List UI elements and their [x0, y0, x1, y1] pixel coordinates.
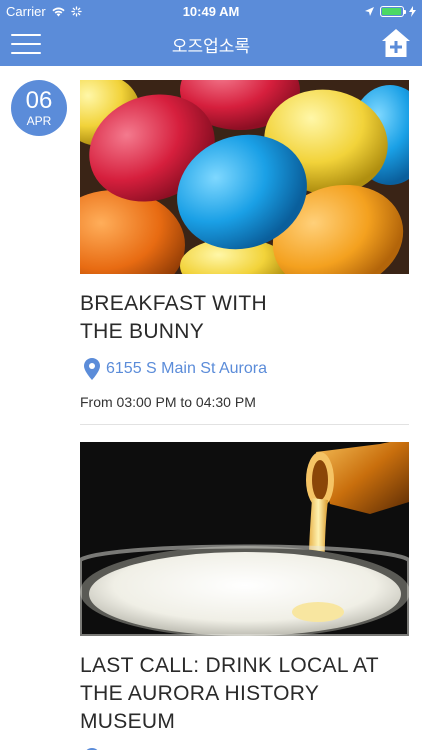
status-bar: Carrier 10:49 AM — [0, 0, 422, 22]
event-title-line: LAST CALL: DRINK LOCAL AT — [80, 654, 379, 677]
event-image-beer-pour[interactable] — [80, 442, 409, 636]
event-title-line: THE BUNNY — [80, 320, 205, 343]
event-image-easter-eggs[interactable] — [80, 80, 409, 274]
location-arrow-icon — [365, 6, 374, 16]
event-card[interactable]: BREAKFAST WITH THE BUNNY 6155 S Main St … — [80, 80, 409, 425]
home-plus-icon[interactable] — [381, 28, 411, 58]
event-card[interactable]: LAST CALL: DRINK LOCAL AT THE AURORA HIS… — [80, 442, 409, 750]
page-title: 오즈업소록 — [171, 36, 251, 56]
hamburger-menu-icon[interactable] — [11, 34, 41, 54]
event-title[interactable]: BREAKFAST WITH THE BUNNY — [80, 290, 409, 346]
wifi-icon — [52, 7, 65, 16]
status-left: Carrier — [6, 4, 82, 19]
battery-level — [382, 7, 401, 15]
event-title-line: THE AURORA HISTORY — [80, 682, 320, 705]
event-location-text: 6155 S Main St Aurora — [106, 360, 267, 377]
status-right — [364, 5, 416, 17]
event-title-line: BREAKFAST WITH — [80, 292, 268, 315]
event-feed[interactable]: 06 APR BREAKFAST WITH THE BUNNY 6155 S M… — [0, 66, 422, 750]
date-month: APR — [26, 114, 52, 128]
battery-icon — [380, 5, 406, 17]
event-time: From 03:00 PM to 04:30 PM — [80, 394, 256, 410]
date-day: 06 — [25, 87, 53, 114]
event-location-link[interactable]: 6155 S Main St Aurora — [80, 358, 409, 380]
event-title[interactable]: LAST CALL: DRINK LOCAL AT THE AURORA HIS… — [80, 652, 409, 736]
location-pin-icon — [84, 358, 100, 380]
divider — [80, 424, 409, 425]
date-badge: 06 APR — [11, 80, 67, 136]
nav-bar: 오즈업소록 — [0, 22, 422, 66]
carrier-label: Carrier — [6, 3, 46, 19]
activity-spinner-icon — [71, 5, 82, 17]
event-title-line: MUSEUM — [80, 710, 176, 733]
charging-bolt-icon — [409, 5, 416, 17]
